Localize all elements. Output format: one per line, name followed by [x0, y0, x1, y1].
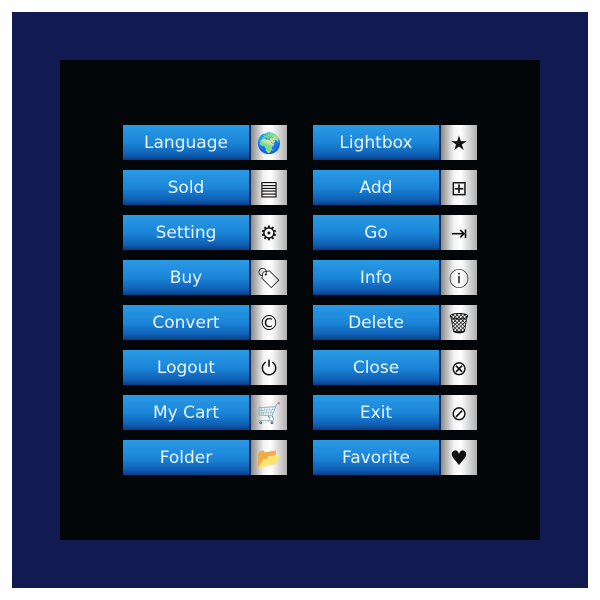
sold-button[interactable]: Sold ▤ [123, 170, 287, 205]
price-tag-icon: 🏷 [251, 260, 287, 295]
button-label: Lightbox [313, 125, 441, 160]
logout-button[interactable]: Logout ⏻ [123, 350, 287, 385]
folder-icon: 📂 [251, 440, 287, 475]
button-label: Info [313, 260, 441, 295]
my-cart-button[interactable]: My Cart 🛒 [123, 395, 287, 430]
delete-button[interactable]: Delete 🗑 [313, 305, 477, 340]
favorite-button[interactable]: Favorite ♥ [313, 440, 477, 475]
power-icon: ⏻ [251, 350, 287, 385]
star-icon: ★ [441, 125, 477, 160]
button-label: Sold [123, 170, 251, 205]
exit-button[interactable]: Exit ⊘ [313, 395, 477, 430]
button-label: Logout [123, 350, 251, 385]
button-label: Folder [123, 440, 251, 475]
folder-button[interactable]: Folder 📂 [123, 440, 287, 475]
heart-icon: ♥ [441, 440, 477, 475]
sold-sign-icon: ▤ [251, 170, 287, 205]
button-label: Language [123, 125, 251, 160]
info-button[interactable]: Info ⓘ [313, 260, 477, 295]
add-file-icon: ⊞ [441, 170, 477, 205]
button-label: Close [313, 350, 441, 385]
lightbox-button[interactable]: Lightbox ★ [313, 125, 477, 160]
button-label: Exit [313, 395, 441, 430]
button-label: Setting [123, 215, 251, 250]
sign-in-icon: ⇥ [441, 215, 477, 250]
add-button[interactable]: Add ⊞ [313, 170, 477, 205]
button-label: Go [313, 215, 441, 250]
button-label: Favorite [313, 440, 441, 475]
no-entry-icon: ⊘ [441, 395, 477, 430]
buy-button[interactable]: Buy 🏷 [123, 260, 287, 295]
language-button[interactable]: Language 🌍 [123, 125, 287, 160]
info-icon: ⓘ [441, 260, 477, 295]
globe-icon: 🌍 [251, 125, 287, 160]
close-circle-icon: ⊗ [441, 350, 477, 385]
button-label: Add [313, 170, 441, 205]
close-button[interactable]: Close ⊗ [313, 350, 477, 385]
button-label: Delete [313, 305, 441, 340]
cart-icon: 🛒 [251, 395, 287, 430]
go-button[interactable]: Go ⇥ [313, 215, 477, 250]
copyright-icon: © [251, 305, 287, 340]
button-label: Convert [123, 305, 251, 340]
gear-icon: ⚙ [251, 215, 287, 250]
setting-button[interactable]: Setting ⚙ [123, 215, 287, 250]
trash-icon: 🗑 [441, 305, 477, 340]
button-label: Buy [123, 260, 251, 295]
button-label: My Cart [123, 395, 251, 430]
convert-button[interactable]: Convert © [123, 305, 287, 340]
